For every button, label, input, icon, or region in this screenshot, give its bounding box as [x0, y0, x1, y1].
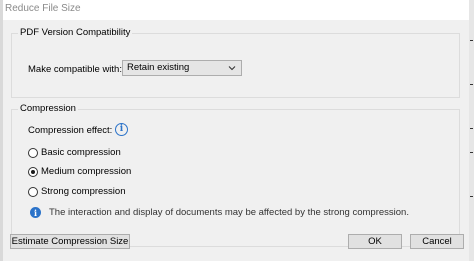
- window-title: Reduce File Size: [5, 3, 81, 14]
- info-icon: i: [30, 207, 41, 218]
- title-bar: Reduce File Size: [0, 0, 474, 20]
- cancel-button[interactable]: Cancel: [410, 234, 464, 249]
- strip-mark: [470, 40, 473, 41]
- compression-note: The interaction and display of documents…: [49, 207, 409, 218]
- basic-compression-label[interactable]: Basic compression: [41, 147, 121, 159]
- info-icon[interactable]: i: [115, 123, 128, 136]
- compression-group-title: Compression: [18, 103, 78, 115]
- compression-group: Compression Compression effect: i Basic …: [11, 103, 460, 247]
- compatibility-dropdown[interactable]: Retain existing: [122, 60, 242, 76]
- strip-mark: [470, 84, 473, 85]
- pdf-version-group-title: PDF Version Compatibility: [18, 27, 133, 39]
- radio-selected-dot: [31, 170, 35, 174]
- medium-compression-radio[interactable]: [28, 167, 38, 177]
- medium-compression-label[interactable]: Medium compression: [41, 166, 131, 178]
- strip-mark: [470, 196, 473, 197]
- pdf-version-group: PDF Version Compatibility Make compatibl…: [11, 27, 460, 98]
- strip-mark: [470, 152, 473, 153]
- reduce-file-size-dialog: PDF Version Compatibility Make compatibl…: [3, 20, 469, 261]
- strong-compression-radio[interactable]: [28, 187, 38, 197]
- compatibility-dropdown-value: Retain existing: [127, 62, 190, 73]
- ok-button[interactable]: OK: [348, 234, 402, 249]
- strong-compression-label[interactable]: Strong compression: [41, 186, 125, 198]
- basic-compression-radio[interactable]: [28, 148, 38, 158]
- compression-effect-label: Compression effect:: [28, 125, 113, 136]
- make-compatible-label: Make compatible with:: [28, 64, 122, 75]
- estimate-compression-size-button[interactable]: Estimate Compression Size: [10, 234, 130, 249]
- chevron-down-icon: [228, 66, 236, 71]
- right-window-strip: [469, 0, 474, 261]
- strip-mark: [470, 128, 473, 129]
